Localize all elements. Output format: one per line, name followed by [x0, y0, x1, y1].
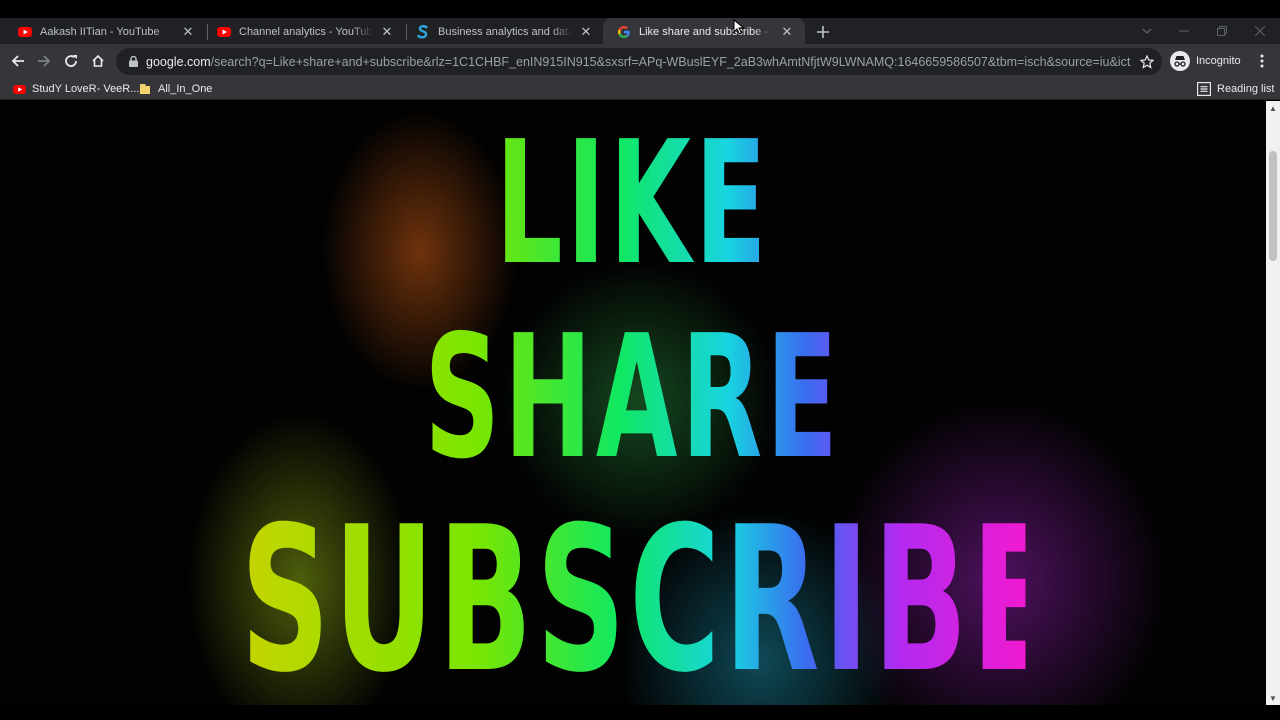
- scroll-up-arrow-icon[interactable]: ▲: [1266, 101, 1280, 115]
- tab-business-analytics[interactable]: Business analytics and data mining ✕: [402, 18, 604, 46]
- tab-title: Like share and subscribe - Google Search: [639, 26, 773, 38]
- reload-icon: [65, 55, 77, 67]
- arrow-right-icon: [38, 55, 51, 67]
- close-icon[interactable]: ✕: [578, 24, 594, 40]
- s-logo-icon: [416, 25, 430, 39]
- youtube-icon: [12, 82, 26, 96]
- bookmarks-bar: StudY LoveR- VeeR... All_In_One Reading …: [0, 78, 1280, 100]
- toolbar: google.com/search?q=Like+share+and+subsc…: [0, 44, 1280, 78]
- bookmark-all-in-one[interactable]: All_In_One: [138, 81, 212, 97]
- tab-search-chevron-icon[interactable]: [1135, 20, 1159, 42]
- bookmark-study-lover[interactable]: StudY LoveR- VeeR...: [12, 81, 139, 97]
- image-text-subscribe: SUBSCRIBE: [240, 484, 1060, 705]
- folder-icon: [138, 82, 152, 96]
- restore-button[interactable]: [1210, 20, 1234, 42]
- incognito-profile-button[interactable]: Incognito: [1170, 50, 1241, 72]
- scrollbar-thumb[interactable]: [1269, 151, 1277, 261]
- tab-title: Channel analytics - YouTube Studio: [239, 26, 373, 38]
- youtube-icon: [217, 25, 231, 39]
- url-host: google.com: [146, 54, 211, 69]
- address-bar[interactable]: google.com/search?q=Like+share+and+subsc…: [116, 48, 1162, 75]
- close-icon[interactable]: ✕: [779, 24, 795, 40]
- image-preview[interactable]: LIKE SHARE SUBSCRIBE: [0, 101, 1266, 705]
- menu-button[interactable]: [1252, 50, 1272, 72]
- incognito-icon: [1170, 51, 1190, 71]
- url-text[interactable]: google.com/search?q=Like+share+and+subsc…: [146, 55, 1131, 69]
- image-text-share: SHARE: [241, 313, 1026, 483]
- reading-list-icon: [1197, 82, 1211, 96]
- new-tab-button[interactable]: [813, 22, 833, 42]
- close-icon[interactable]: ✕: [379, 24, 395, 40]
- bookmark-label: StudY LoveR- VeeR...: [32, 83, 140, 95]
- tab-title: Business analytics and data mining: [438, 26, 572, 38]
- close-icon[interactable]: ✕: [180, 24, 196, 40]
- reload-button[interactable]: [59, 49, 83, 73]
- close-window-button[interactable]: [1248, 20, 1272, 42]
- tab-strip: Aakash IITian - YouTube ✕ Channel analyt…: [0, 0, 1280, 46]
- reading-list-label: Reading list: [1217, 83, 1275, 95]
- bookmark-label: All_In_One: [158, 83, 213, 95]
- youtube-icon: [18, 25, 32, 39]
- minimize-button[interactable]: [1172, 20, 1196, 42]
- image-text-like: LIKE: [241, 119, 1026, 289]
- arrow-left-icon: [11, 55, 24, 67]
- google-icon: [617, 25, 631, 39]
- tab-channel-analytics[interactable]: Channel analytics - YouTube Studio ✕: [203, 18, 405, 46]
- tab-aakash-iitian[interactable]: Aakash IITian - YouTube ✕: [4, 18, 206, 46]
- tab-like-share-subscribe[interactable]: Like share and subscribe - Google Search…: [603, 18, 805, 46]
- bookmark-star-icon[interactable]: [1138, 53, 1156, 71]
- lock-icon[interactable]: [126, 55, 140, 69]
- vertical-scrollbar[interactable]: ▲ ▼: [1266, 101, 1280, 705]
- home-button[interactable]: [86, 49, 110, 73]
- forward-button[interactable]: [32, 49, 56, 73]
- mouse-cursor-icon: [733, 19, 745, 35]
- more-vertical-icon: [1260, 54, 1264, 68]
- scroll-down-arrow-icon[interactable]: ▼: [1266, 691, 1280, 705]
- url-path: /search?q=Like+share+and+subscribe&rlz=1…: [210, 54, 1131, 69]
- tab-title: Aakash IITian - YouTube: [40, 26, 160, 38]
- reading-list-button[interactable]: Reading list: [1197, 81, 1274, 97]
- home-icon: [92, 54, 104, 67]
- window-top-edge: [0, 0, 1280, 18]
- bottom-edge: [0, 705, 1280, 720]
- incognito-label: Incognito: [1196, 55, 1241, 67]
- back-button[interactable]: [6, 49, 30, 73]
